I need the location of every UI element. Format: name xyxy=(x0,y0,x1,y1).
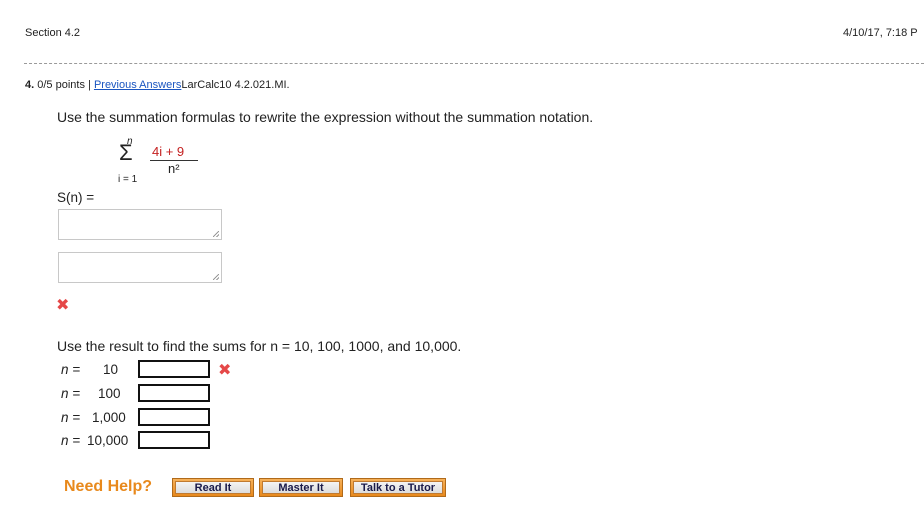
sigma-symbol: Σ xyxy=(119,140,133,165)
sum-input-n1000[interactable] xyxy=(138,408,210,426)
fraction-denominator: n² xyxy=(168,161,180,176)
resize-grip-icon[interactable] xyxy=(213,274,219,280)
row-label-4: n = xyxy=(61,433,80,448)
row-label-3: n = xyxy=(61,410,80,425)
incorrect-icon: ✖ xyxy=(56,297,70,314)
incorrect-icon: ✖ xyxy=(218,362,232,379)
question-points: 0/5 points xyxy=(37,79,85,91)
instruction-text: Use the summation formulas to rewrite th… xyxy=(57,109,594,125)
master-it-button[interactable]: Master It xyxy=(259,478,343,497)
summation-formula: n Σ i = 1 4i + 9 n² xyxy=(116,136,206,188)
row-value-2: 100 xyxy=(98,386,121,401)
resize-grip-icon[interactable] xyxy=(213,231,219,237)
row-label-2: n = xyxy=(61,386,80,401)
n-label: n = xyxy=(61,386,81,401)
separator: | xyxy=(88,79,91,91)
need-help-label: Need Help? xyxy=(64,478,153,495)
previous-answers-link[interactable]: Previous Answers xyxy=(94,79,181,91)
n-label: n = xyxy=(61,362,81,377)
datetime: 4/10/17, 7:18 P xyxy=(843,27,918,39)
row-value-4: 10,000 xyxy=(87,433,129,448)
master-it-label: Master It xyxy=(262,481,340,494)
row-label-1: n = xyxy=(61,362,80,377)
question-header: 4. 0/5 points | Previous AnswersLarCalc1… xyxy=(25,79,290,91)
section-title: Section 4.2 xyxy=(25,27,81,39)
n-label: n = xyxy=(61,433,81,448)
talk-to-tutor-label: Talk to a Tutor xyxy=(353,481,443,494)
question-number: 4. xyxy=(25,79,35,91)
second-instruction-text: Use the result to find the sums for n = … xyxy=(57,338,462,354)
answer-textarea-2[interactable] xyxy=(58,252,222,283)
n-label: n = xyxy=(61,410,81,425)
answer-textarea-1[interactable] xyxy=(58,209,222,240)
fraction-numerator: 4i + 9 xyxy=(152,144,185,159)
question-reference: LarCalc10 4.2.021.MI. xyxy=(181,79,290,91)
read-it-button[interactable]: Read It xyxy=(172,478,254,497)
sum-input-n10[interactable] xyxy=(138,360,210,378)
sum-lower-limit: i = 1 xyxy=(118,174,138,185)
sn-label: S(n) = xyxy=(57,190,95,205)
row-value-1: 10 xyxy=(103,362,119,377)
sum-input-n100[interactable] xyxy=(138,384,210,402)
read-it-label: Read It xyxy=(175,481,251,494)
sum-input-n10000[interactable] xyxy=(138,431,210,449)
talk-to-tutor-button[interactable]: Talk to a Tutor xyxy=(350,478,446,497)
row-value-3: 1,000 xyxy=(92,410,126,425)
divider xyxy=(24,63,924,64)
